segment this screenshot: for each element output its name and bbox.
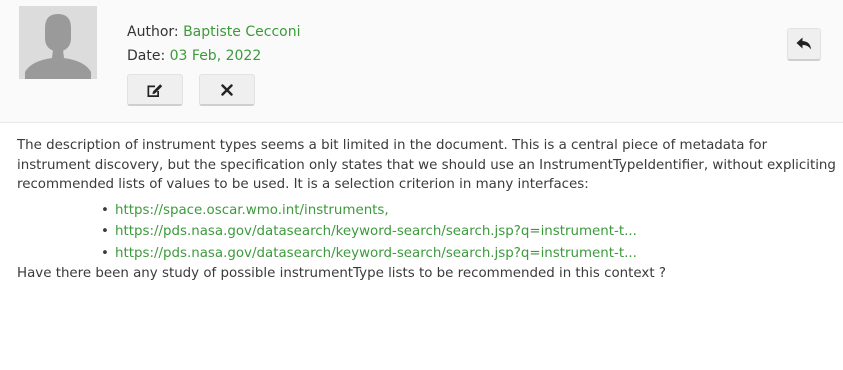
comment-body: The description of instrument types seem… (17, 138, 836, 192)
comment-content: The description of instrument types seem… (17, 136, 837, 284)
date-row: Date: 03 Feb, 2022 (127, 44, 300, 68)
author-label: Author: (127, 24, 179, 40)
reply-icon (796, 37, 811, 50)
edit-icon (147, 83, 163, 97)
link-oscar-instruments[interactable]: https://space.oscar.wmo.int/instruments, (115, 203, 389, 218)
author-row: Author: Baptiste Cecconi (127, 20, 300, 44)
comment-actions (127, 74, 255, 106)
bullet-icon: • (101, 202, 109, 218)
comment-meta: Author: Baptiste Cecconi Date: 03 Feb, 2… (127, 20, 300, 68)
link-pds-search-2[interactable]: https://pds.nasa.gov/datasearch/keyword-… (115, 246, 637, 261)
list-item: • https://space.oscar.wmo.int/instrument… (101, 200, 837, 222)
comment-closing: Have there been any study of possible in… (17, 266, 666, 281)
user-silhouette-icon (19, 6, 97, 79)
bullet-icon: • (101, 224, 109, 239)
link-pds-search-1[interactable]: https://pds.nasa.gov/datasearch/keyword-… (115, 224, 637, 239)
avatar (19, 6, 97, 79)
list-item: • https://pds.nasa.gov/datasearch/keywor… (101, 243, 837, 265)
bullet-icon: • (101, 245, 109, 261)
delete-button[interactable] (199, 74, 255, 106)
date-value: 03 Feb, 2022 (169, 48, 262, 64)
close-icon (221, 83, 233, 96)
comment-header: Author: Baptiste Cecconi Date: 03 Feb, 2… (0, 0, 843, 123)
list-item: • https://pds.nasa.gov/datasearch/keywor… (101, 221, 837, 243)
link-list: • https://space.oscar.wmo.int/instrument… (17, 200, 837, 265)
reply-button[interactable] (787, 28, 821, 61)
date-label: Date: (127, 48, 166, 64)
edit-button[interactable] (127, 74, 183, 106)
author-name[interactable]: Baptiste Cecconi (183, 24, 300, 40)
